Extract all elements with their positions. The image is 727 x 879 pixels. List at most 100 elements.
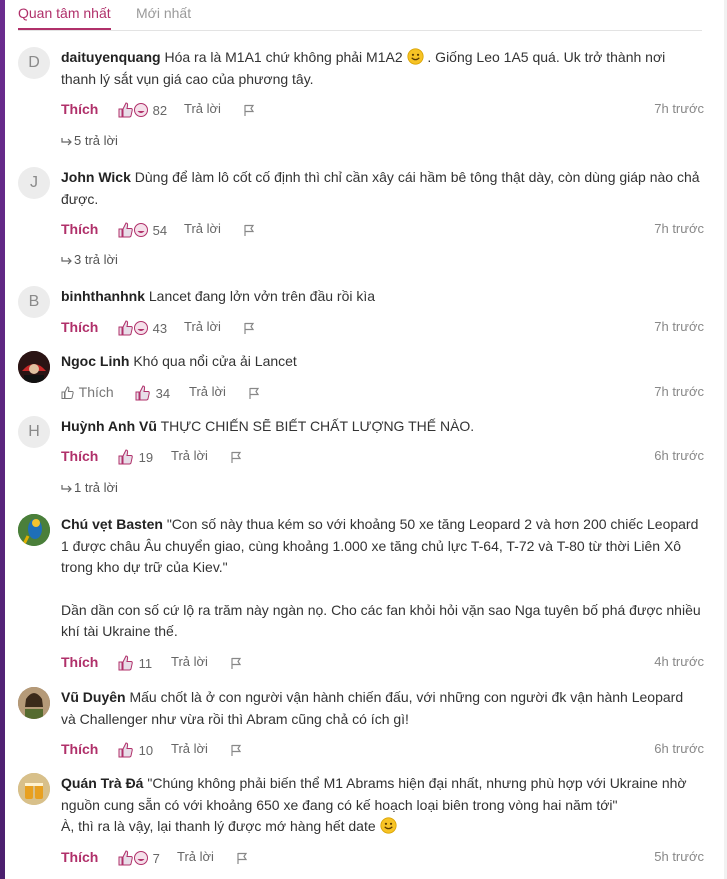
reply-button[interactable]: Trả lời [171,448,208,463]
comment-actions: Thích 82 Trả lời 7h trước [61,101,704,121]
likes-count: 7 [152,851,160,866]
comment-time: 7h trước [654,319,704,334]
likes-count: 19 [138,450,154,465]
reactions[interactable]: 19 [117,449,153,465]
view-replies-link[interactable]: 1 trả lời [61,480,118,495]
comment-text: Khó qua nổi cửa ải Lancet [133,353,297,369]
left-accent-bar [0,0,5,879]
reply-button[interactable]: Trả lời [184,101,221,116]
likes-count: 11 [138,656,153,671]
reply-button[interactable]: Trả lời [171,741,208,756]
avatar: H [18,416,50,448]
comment-text: Hóa ra là M1A1 chứ không phải M1A2 [164,49,403,65]
report-flag-icon[interactable] [243,103,255,119]
like-button[interactable]: Thích [61,221,98,237]
comment-text: "Chúng không phải biến thể M1 Abrams hiệ… [61,775,687,813]
smile-emoji-icon [379,817,397,834]
reactions[interactable]: 54 [117,222,167,238]
reply-button[interactable]: Trả lời [189,384,226,399]
comment-body: Quán Trà Đá "Chúng không phải biến thể M… [61,773,701,838]
comment-tabs: Quan tâm nhất Mới nhất [18,0,702,31]
like-button[interactable]: Thích [61,741,98,757]
reactions[interactable]: 7 [117,850,160,866]
smile-emoji-icon [406,48,424,65]
comment-actions: Thích 10 Trả lời 6h trước [61,741,704,761]
avatar [18,351,50,383]
comment-time: 6h trước [654,448,704,463]
reply-button[interactable]: Trả lời [184,221,221,236]
comment-author[interactable]: Ngoc Linh [61,353,129,369]
comment-body: Ngoc Linh Khó qua nổi cửa ải Lancet [61,351,701,373]
reactions[interactable]: 11 [117,655,152,671]
comment-author[interactable]: binhthanhnk [61,288,145,304]
comment-time: 4h trước [654,654,704,669]
reply-arrow-icon [61,485,72,493]
avatar: D [18,47,50,79]
likes-count: 54 [152,223,168,238]
reactions[interactable]: 10 [117,742,153,758]
report-flag-icon[interactable] [243,223,255,239]
likes-count: 34 [155,386,171,401]
comment-body: Vũ Duyên Mấu chốt là ở con người vận hàn… [61,687,701,730]
tab-most-interested[interactable]: Quan tâm nhất [18,5,111,30]
avatar-photo [18,773,50,805]
reactions[interactable]: 43 [117,320,167,336]
avatar: J [18,167,50,199]
report-flag-icon[interactable] [230,656,242,672]
reply-button[interactable]: Trả lời [184,319,221,334]
comments-page: Quan tâm nhất Mới nhất D daituyenquang H… [0,0,727,879]
reactions[interactable]: 34 [134,385,170,401]
avatar-photo [18,514,50,546]
comment-actions: Thích 34 Trả lời 7h trước [61,384,704,404]
comment-author[interactable]: John Wick [61,169,131,185]
avatar [18,687,50,719]
comment-actions: Thích 19 Trả lời 6h trước [61,448,704,468]
reaction-like-icon [135,385,150,401]
reaction-like-haha-icon [118,850,148,866]
reaction-like-icon [118,449,133,465]
tab-newest[interactable]: Mới nhất [136,5,191,21]
comment-time: 7h trước [654,221,704,236]
reply-arrow-icon [61,138,72,146]
report-flag-icon[interactable] [243,321,255,337]
view-replies-link[interactable]: 5 trả lời [61,133,118,148]
reply-button[interactable]: Trả lời [177,849,214,864]
comment-text-paragraph-2: Dần dần con số cứ lộ ra trăm này ngàn nọ… [61,601,701,640]
report-flag-icon[interactable] [248,386,260,402]
comment-author[interactable]: daituyenquang [61,49,161,65]
like-button[interactable]: Thích [61,654,98,670]
avatar-photo [18,351,50,383]
comment-body: daituyenquang Hóa ra là M1A1 chứ không p… [61,47,701,90]
avatar [18,514,50,546]
report-flag-icon[interactable] [230,743,242,759]
comment-author[interactable]: Vũ Duyên [61,689,126,705]
report-flag-icon[interactable] [236,851,248,867]
avatar: B [18,286,50,318]
comment-time: 7h trước [654,101,704,116]
comment-text: THỰC CHIẾN SẼ BIẾT CHẤT LƯỢNG THẾ NÀO. [160,418,475,434]
like-button[interactable]: Thích [61,849,98,865]
view-replies-link[interactable]: 3 trả lời [61,252,118,267]
comment-author[interactable]: Quán Trà Đá [61,775,143,791]
comment-body: Huỳnh Anh Vũ THỰC CHIẾN SẼ BIẾT CHẤT LƯỢ… [61,416,701,438]
reply-button[interactable]: Trả lời [171,654,208,669]
reaction-like-haha-icon [118,222,148,238]
reaction-like-haha-icon [118,320,148,336]
like-button[interactable]: Thích [61,448,98,464]
comment-time: 7h trước [654,384,704,399]
report-flag-icon[interactable] [230,450,242,466]
thumbs-up-icon [61,386,74,399]
comment-author[interactable]: Huỳnh Anh Vũ [61,418,157,434]
comment-author[interactable]: Chú vẹt Basten [61,516,163,532]
like-button[interactable]: Thích [61,101,98,117]
comment-actions: Thích 11 Trả lời 4h trước [61,654,704,674]
comment-actions: Thích 54 Trả lời 7h trước [61,221,704,241]
comment-text: Mấu chốt là ở con người vận hành chiến đ… [61,689,684,727]
reactions[interactable]: 82 [117,102,167,118]
reply-arrow-icon [61,257,72,265]
comment-body: Chú vẹt Basten "Con số này thua kém so v… [61,514,701,643]
like-button[interactable]: Thích [61,319,98,335]
like-button[interactable]: Thích [61,384,114,400]
replies-count: 3 trả lời [74,252,118,267]
replies-count: 5 trả lời [74,133,118,148]
